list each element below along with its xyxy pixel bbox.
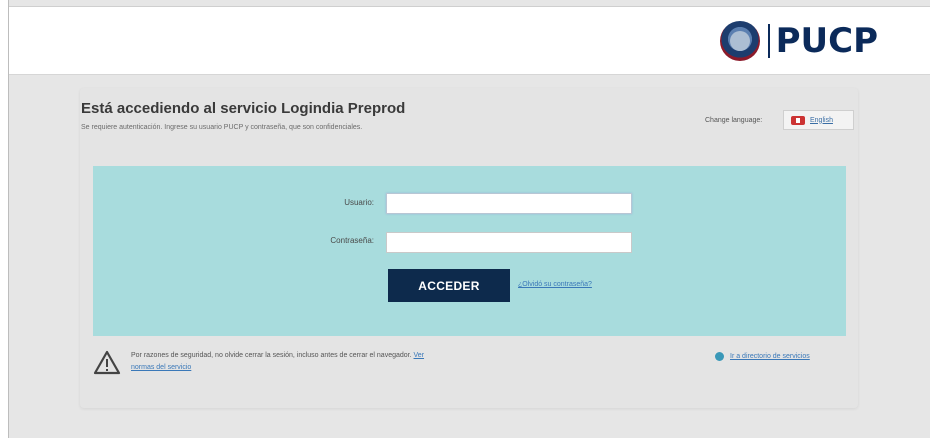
pucp-seal-icon: [719, 21, 760, 61]
window-border: [0, 0, 9, 438]
logo-divider: [767, 24, 770, 58]
page-title: Está accediendo al servicio Logindia Pre…: [81, 100, 406, 117]
change-language-label: Change language:: [705, 117, 763, 124]
forgot-password-link[interactable]: ¿Olvidó su contraseña?: [518, 281, 592, 288]
username-input[interactable]: [386, 193, 632, 214]
page-subtitle: Se requiere autenticación. Ingrese su us…: [81, 124, 363, 131]
flag-icon: [791, 115, 805, 125]
directory-link[interactable]: Ir a directorio de servicios: [715, 352, 810, 361]
security-warning: Por razones de seguridad, no olvide cerr…: [131, 350, 431, 374]
username-label: Usuario:: [344, 198, 374, 207]
warning-text: Por razones de seguridad, no olvide cerr…: [131, 352, 412, 359]
header: PUCP: [9, 6, 930, 75]
acceder-button[interactable]: ACCEDER: [388, 269, 510, 302]
info-icon: [715, 352, 724, 361]
logo-text: PUCP: [775, 21, 878, 61]
language-button[interactable]: English: [783, 110, 854, 130]
pucp-logo: PUCP: [719, 21, 878, 61]
directory-link-text[interactable]: Ir a directorio de servicios: [730, 353, 810, 360]
password-label: Contraseña:: [330, 236, 374, 245]
password-input[interactable]: [386, 232, 632, 253]
warning-icon: [93, 350, 121, 375]
language-option[interactable]: English: [810, 117, 833, 124]
